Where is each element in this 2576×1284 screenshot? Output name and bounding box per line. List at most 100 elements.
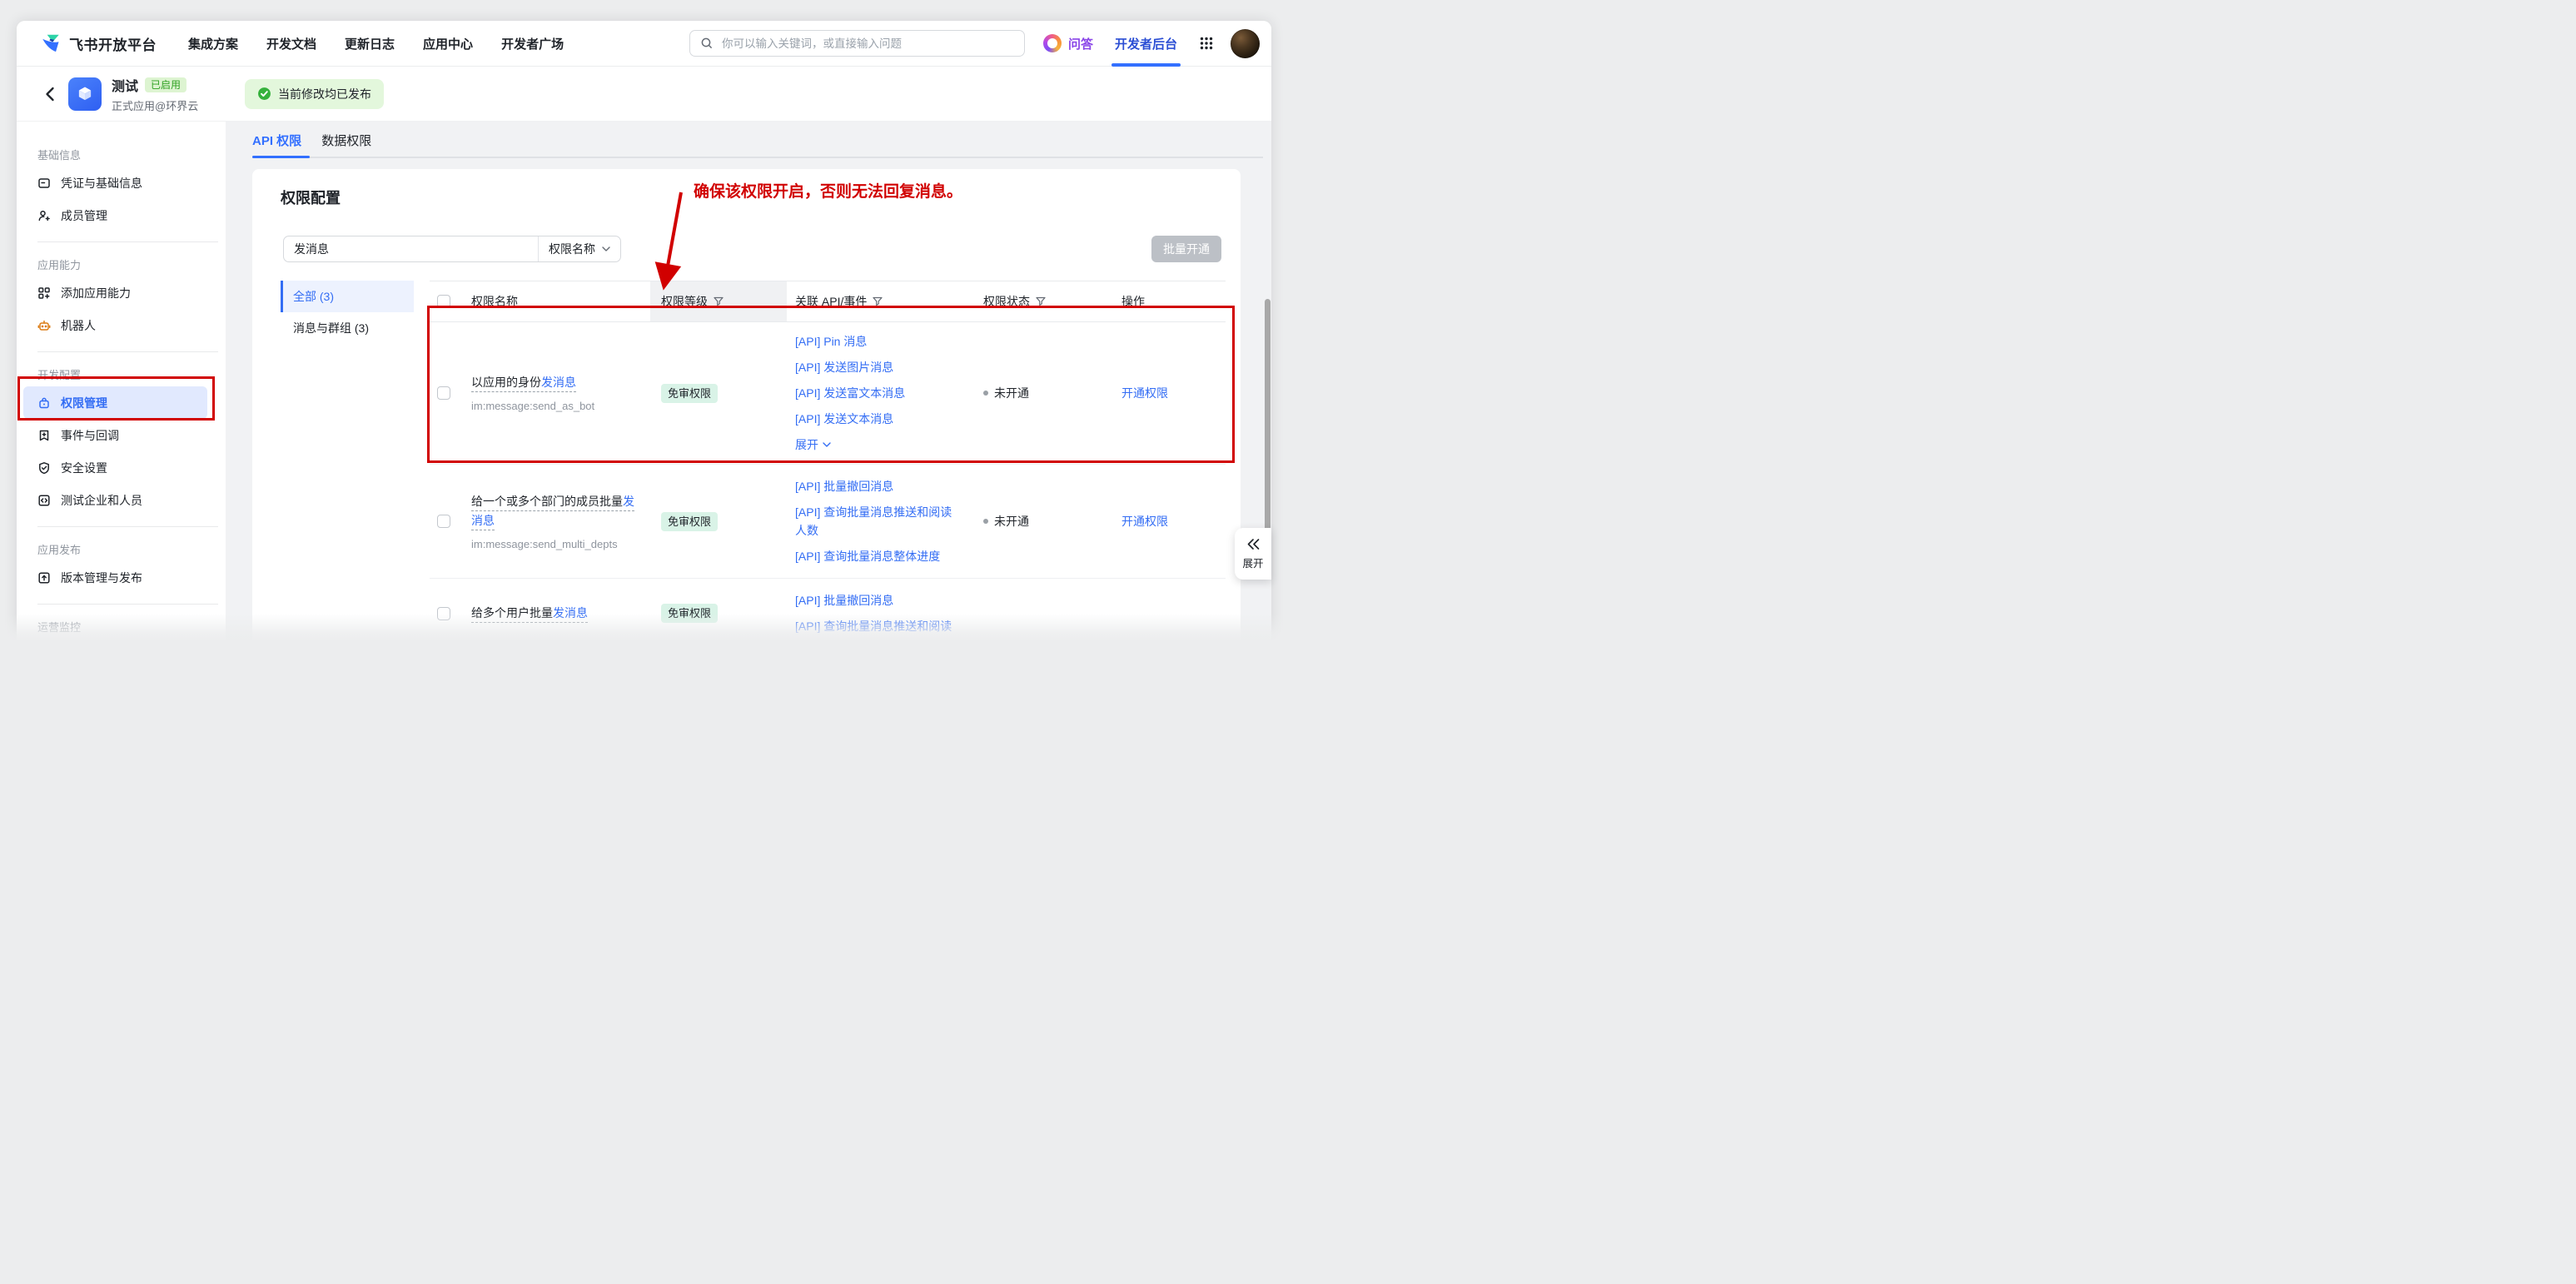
row-checkbox[interactable] (437, 386, 450, 400)
api-link[interactable]: [API] 发送富文本消息 (795, 384, 962, 402)
permission-config-card: 权限配置 权限名称 批量开通 (252, 169, 1241, 642)
permission-code: im:message:send_multi_depts (471, 538, 639, 551)
permission-name[interactable]: 给多个用户批量发消息 (471, 606, 588, 623)
sidebar-item-permissions-active[interactable]: 权限管理 (23, 386, 207, 419)
robot-icon (37, 319, 51, 332)
header-permission-level[interactable]: 权限等级 (650, 281, 787, 321)
shield-check-icon (37, 461, 51, 475)
sidebar-item-security[interactable]: 安全设置 (23, 451, 207, 484)
table-row-send-multi-depts: 给一个或多个部门的成员批量发消息 im:message:send_multi_d… (430, 465, 1226, 579)
sidebar-group-dev-config: 开发配置 (17, 361, 226, 386)
upload-box-icon (37, 571, 51, 585)
sidebar-item-add-capability[interactable]: 添加应用能力 (23, 276, 207, 309)
tab-api-permissions[interactable]: API 权限 (252, 132, 301, 149)
app-title-block: 测试 已启用 正式应用@环界云 (112, 75, 220, 113)
person-add-icon (37, 209, 51, 222)
annotation-note: 确保该权限开启，否则无法回复消息。 (694, 179, 962, 202)
filter-funnel-icon[interactable] (873, 296, 883, 306)
permission-name[interactable]: 以应用的身份发消息 (471, 376, 576, 392)
status-text: 未开通 (994, 513, 1029, 530)
sidebar-group-basic-info: 基础信息 (17, 142, 226, 167)
api-link[interactable]: [API] 发送文本消息 (795, 410, 962, 428)
app-title: 测试 (112, 75, 138, 95)
search-field-selector[interactable]: 权限名称 (538, 236, 620, 261)
apps-grid-icon[interactable] (1199, 36, 1214, 51)
search-match-highlight: 发消息 (553, 606, 588, 620)
expand-api-list-link[interactable]: 展开 (795, 435, 962, 454)
api-link[interactable]: [API] 发送图片消息 (795, 358, 962, 376)
back-button[interactable] (44, 87, 57, 102)
sidebar-item-events[interactable]: 事件与回调 (23, 419, 207, 451)
chevron-down-icon (823, 442, 831, 447)
brand-home-link[interactable]: 飞书开放平台 (40, 32, 157, 54)
publish-status-text: 当前修改均已发布 (278, 86, 371, 102)
publish-status-pill: 当前修改均已发布 (245, 79, 384, 109)
sidebar-item-test-enterprise[interactable]: 测试企业和人员 (23, 484, 207, 516)
nav-item-dev-plaza[interactable]: 开发者广场 (501, 35, 564, 52)
header-permission-name: 权限名称 (464, 281, 650, 321)
row-checkbox[interactable] (437, 607, 450, 620)
permission-name[interactable]: 给一个或多个部门的成员批量发消息 (471, 495, 634, 530)
filter-all[interactable]: 全部 (3) (281, 281, 414, 312)
feishu-logo-icon (40, 32, 62, 54)
tab-data-permissions[interactable]: 数据权限 (321, 132, 371, 149)
api-link[interactable]: [API] 批量撤回消息 (795, 477, 962, 495)
sidebar-item-version-release[interactable]: 版本管理与发布 (23, 561, 207, 594)
search-match-highlight: 发消息 (541, 376, 576, 389)
header-action: 操作 (1110, 281, 1226, 321)
permission-search-group: 权限名称 (283, 236, 621, 262)
qa-label: 问答 (1068, 35, 1093, 52)
brand-name: 飞书开放平台 (69, 33, 157, 54)
permission-search-input[interactable] (284, 236, 538, 261)
sidebar-divider (17, 341, 226, 361)
batch-enable-button[interactable]: 批量开通 (1151, 236, 1221, 262)
nav-search[interactable] (689, 30, 1025, 57)
enable-permission-link[interactable]: 开通权限 (1121, 513, 1168, 530)
code-brackets-icon (37, 494, 51, 507)
header-permission-status[interactable]: 权限状态 (977, 281, 1110, 321)
screenshot-root: 飞书开放平台 集成方案 开发文档 更新日志 应用中心 开发者广场 问答 (0, 0, 1288, 642)
header-related-api[interactable]: 关联 API/事件 (787, 281, 977, 321)
sidebar-divider (17, 594, 226, 614)
toolbar: 权限名称 批量开通 (283, 236, 1221, 262)
status-text: 未开通 (994, 385, 1029, 401)
id-card-icon (37, 177, 51, 190)
level-badge: 免审权限 (661, 384, 718, 403)
nav-item-changelog[interactable]: 更新日志 (345, 35, 395, 52)
select-all-checkbox[interactable] (437, 295, 450, 308)
category-filter-list: 全部 (3) 消息与群组 (3) (281, 281, 414, 642)
nav-item-integration[interactable]: 集成方案 (188, 35, 238, 52)
active-tab-indicator (252, 156, 310, 158)
api-link[interactable]: [API] 查询批量消息整体进度 (795, 547, 962, 565)
nav-qa-link[interactable]: 问答 (1043, 34, 1093, 52)
enable-permission-link[interactable]: 开通权限 (1121, 385, 1168, 401)
table-area: 全部 (3) 消息与群组 (3) 权限名称 权限等级 (252, 281, 1241, 642)
permission-bag-icon (37, 396, 51, 410)
chevron-down-icon (602, 246, 610, 251)
api-link[interactable]: [API] 查询批量消息推送和阅读 (795, 617, 962, 635)
table-row-send-as-bot: 以应用的身份发消息 im:message:send_as_bot 免审权限 [A… (430, 322, 1226, 465)
api-link[interactable]: [API] 批量撤回消息 (795, 591, 962, 610)
top-nav: 飞书开放平台 集成方案 开发文档 更新日志 应用中心 开发者广场 问答 (17, 21, 1271, 67)
row-checkbox[interactable] (437, 515, 450, 528)
nav-item-app-center[interactable]: 应用中心 (423, 35, 473, 52)
permission-tabs: API 权限 数据权限 (252, 128, 1271, 152)
sidebar-item-bot[interactable]: 机器人 (23, 309, 207, 341)
level-badge: 免审权限 (661, 512, 718, 531)
filter-funnel-icon[interactable] (1036, 296, 1046, 306)
user-avatar[interactable] (1231, 29, 1260, 58)
api-link[interactable]: [API] 查询批量消息推送和阅读人数 (795, 503, 962, 540)
permission-code: im:message:send_as_bot (471, 400, 594, 413)
nav-item-docs[interactable]: 开发文档 (266, 35, 316, 52)
filter-message-group[interactable]: 消息与群组 (3) (281, 312, 414, 344)
vertical-scrollbar-thumb[interactable] (1265, 299, 1271, 555)
filter-funnel-icon[interactable] (714, 296, 724, 306)
browser-window: 飞书开放平台 集成方案 开发文档 更新日志 应用中心 开发者广场 问答 (17, 21, 1271, 642)
search-input[interactable] (720, 37, 1014, 51)
sidebar-item-credentials[interactable]: 凭证与基础信息 (23, 167, 207, 199)
app-header: 测试 已启用 正式应用@环界云 当前修改均已发布 (17, 67, 1271, 122)
nav-developer-console-active[interactable]: 开发者后台 (1115, 21, 1177, 67)
api-link[interactable]: [API] Pin 消息 (795, 332, 962, 351)
expand-side-panel-button[interactable]: 展开 (1235, 528, 1271, 580)
sidebar-item-members[interactable]: 成员管理 (23, 199, 207, 231)
